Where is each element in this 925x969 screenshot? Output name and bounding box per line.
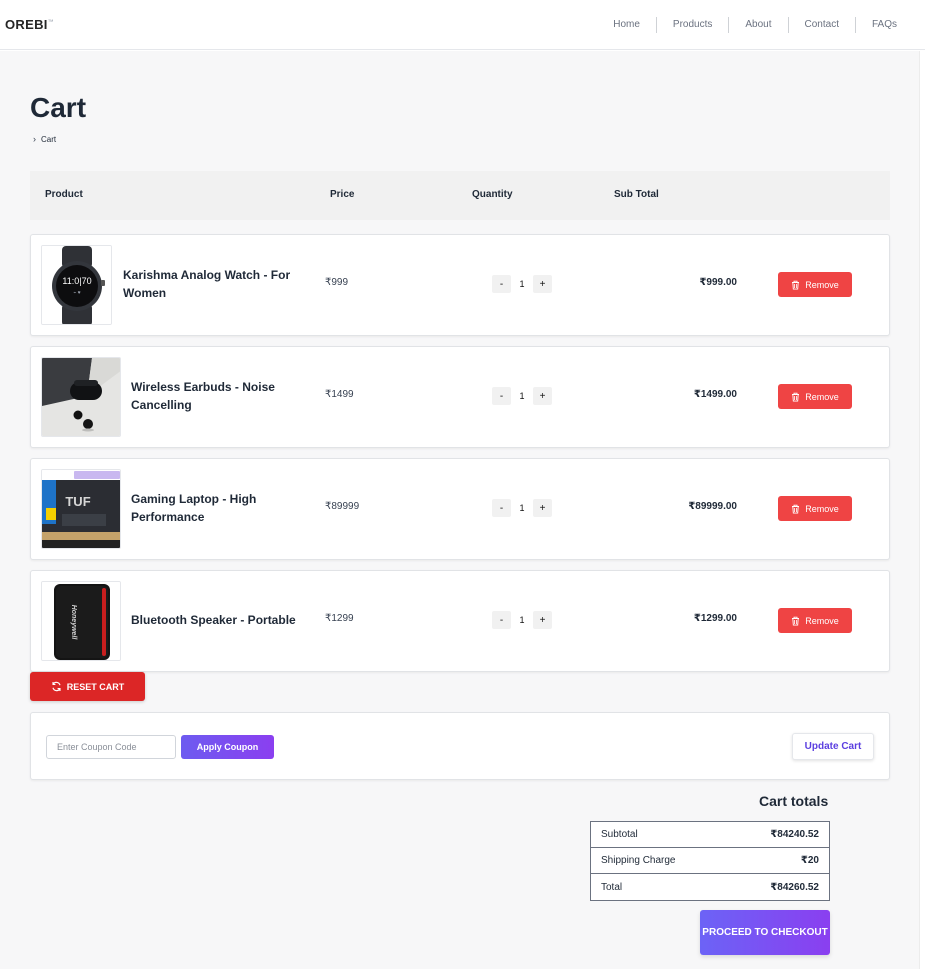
remove-button[interactable]: Remove xyxy=(778,608,852,633)
svg-text:Honeywell: Honeywell xyxy=(70,605,77,641)
top-navbar: OREBI™ Home Products About Contact FAQs xyxy=(0,0,925,50)
quantity-stepper: - 1 + xyxy=(492,611,552,629)
product-price: ₹1299 xyxy=(325,613,354,624)
earbuds-image xyxy=(41,357,121,437)
cart-item-row: TUF Gaming Laptop - High Performance ₹89… xyxy=(30,458,890,560)
trash-icon xyxy=(792,616,800,626)
remove-button[interactable]: Remove xyxy=(778,272,852,297)
increase-quantity-button[interactable]: + xyxy=(533,611,552,629)
product-name[interactable]: Gaming Laptop - High Performance xyxy=(131,490,311,526)
totals-row-total: Total ₹84260.52 xyxy=(591,874,829,900)
header-product: Product xyxy=(45,189,83,200)
logo-mark: ™ xyxy=(47,19,54,26)
item-subtotal: ₹1499.00 xyxy=(693,389,737,400)
header-price: Price xyxy=(330,189,355,200)
reset-cart-label: RESET CART xyxy=(66,681,125,692)
product-price: ₹1499 xyxy=(325,389,354,400)
increase-quantity-button[interactable]: + xyxy=(533,275,552,293)
reset-cart-button[interactable]: RESET CART xyxy=(30,672,145,701)
coupon-section: Apply Coupon Update Cart xyxy=(30,712,890,780)
trash-icon xyxy=(792,280,800,290)
main-nav: Home Products About Contact FAQs xyxy=(597,17,925,33)
page-title: Cart xyxy=(30,92,87,123)
refresh-icon xyxy=(52,681,61,692)
trash-icon xyxy=(792,504,800,514)
logo-text: OREBI xyxy=(5,17,48,32)
cart-item-row: Wireless Earbuds - Noise Cancelling ₹149… xyxy=(30,346,890,448)
nav-contact[interactable]: Contact xyxy=(789,17,856,33)
breadcrumb: › Cart xyxy=(33,134,56,144)
laptop-image: TUF xyxy=(41,469,121,549)
product-name[interactable]: Bluetooth Speaker - Portable xyxy=(131,611,311,629)
remove-label: Remove xyxy=(805,391,839,402)
product-price: ₹999 xyxy=(325,277,349,288)
total-label: Total xyxy=(601,881,623,893)
header-subtotal: Sub Total xyxy=(614,189,659,200)
trash-icon xyxy=(792,392,800,402)
cart-item-row: 11:0|70 ⌁ ♥ Karishma Analog Watch - For … xyxy=(30,234,890,336)
decrease-quantity-button[interactable]: - xyxy=(492,387,511,405)
chevron-right-icon: › xyxy=(33,134,36,144)
cart-item-row: Honeywell Bluetooth Speaker - Portable ₹… xyxy=(30,570,890,672)
quantity-value: 1 xyxy=(519,615,525,625)
totals-row-subtotal: Subtotal ₹84240.52 xyxy=(591,822,829,848)
quantity-value: 1 xyxy=(519,279,525,289)
proceed-to-checkout-button[interactable]: PROCEED TO CHECKOUT xyxy=(700,910,830,955)
remove-label: Remove xyxy=(805,279,839,290)
svg-text:⌁ ♥: ⌁ ♥ xyxy=(73,290,80,296)
quantity-stepper: - 1 + xyxy=(492,387,552,405)
nav-home[interactable]: Home xyxy=(597,17,657,33)
svg-text:11:0|70: 11:0|70 xyxy=(62,276,91,286)
quantity-value: 1 xyxy=(519,391,525,401)
quantity-stepper: - 1 + xyxy=(492,275,552,293)
total-value: ₹84260.52 xyxy=(770,881,819,893)
remove-button[interactable]: Remove xyxy=(778,496,852,521)
remove-button[interactable]: Remove xyxy=(778,384,852,409)
quantity-stepper: - 1 + xyxy=(492,499,552,517)
cart-totals-title: Cart totals xyxy=(759,793,829,809)
nav-about[interactable]: About xyxy=(729,17,789,33)
item-subtotal: ₹1299.00 xyxy=(693,613,737,624)
increase-quantity-button[interactable]: + xyxy=(533,387,552,405)
coupon-input[interactable] xyxy=(46,735,176,759)
product-name[interactable]: Wireless Earbuds - Noise Cancelling xyxy=(131,378,311,414)
nav-faqs[interactable]: FAQs xyxy=(856,17,925,33)
product-price: ₹89999 xyxy=(325,501,360,512)
nav-products[interactable]: Products xyxy=(657,17,730,33)
subtotal-value: ₹84240.52 xyxy=(770,829,819,840)
shipping-value: ₹20 xyxy=(800,855,819,866)
decrease-quantity-button[interactable]: - xyxy=(492,611,511,629)
svg-text:TUF: TUF xyxy=(65,494,90,509)
site-logo[interactable]: OREBI™ xyxy=(5,17,54,32)
smartwatch-image: 11:0|70 ⌁ ♥ xyxy=(41,245,112,325)
header-quantity: Quantity xyxy=(472,189,513,200)
remove-label: Remove xyxy=(805,503,839,514)
update-cart-button[interactable]: Update Cart xyxy=(792,733,874,760)
apply-coupon-button[interactable]: Apply Coupon xyxy=(181,735,274,759)
speaker-image: Honeywell xyxy=(41,581,121,661)
decrease-quantity-button[interactable]: - xyxy=(492,275,511,293)
decrease-quantity-button[interactable]: - xyxy=(492,499,511,517)
subtotal-label: Subtotal xyxy=(601,829,638,840)
increase-quantity-button[interactable]: + xyxy=(533,499,552,517)
breadcrumb-current[interactable]: Cart xyxy=(41,135,56,144)
item-subtotal: ₹89999.00 xyxy=(688,501,737,512)
shipping-label: Shipping Charge xyxy=(601,855,676,866)
quantity-value: 1 xyxy=(519,503,525,513)
product-name[interactable]: Karishma Analog Watch - For Women xyxy=(123,266,303,302)
cart-table-header: Product Price Quantity Sub Total xyxy=(30,171,890,220)
totals-row-shipping: Shipping Charge ₹20 xyxy=(591,848,829,874)
remove-label: Remove xyxy=(805,615,839,626)
item-subtotal: ₹999.00 xyxy=(699,277,737,288)
cart-totals-table: Subtotal ₹84240.52 Shipping Charge ₹20 T… xyxy=(590,821,830,901)
